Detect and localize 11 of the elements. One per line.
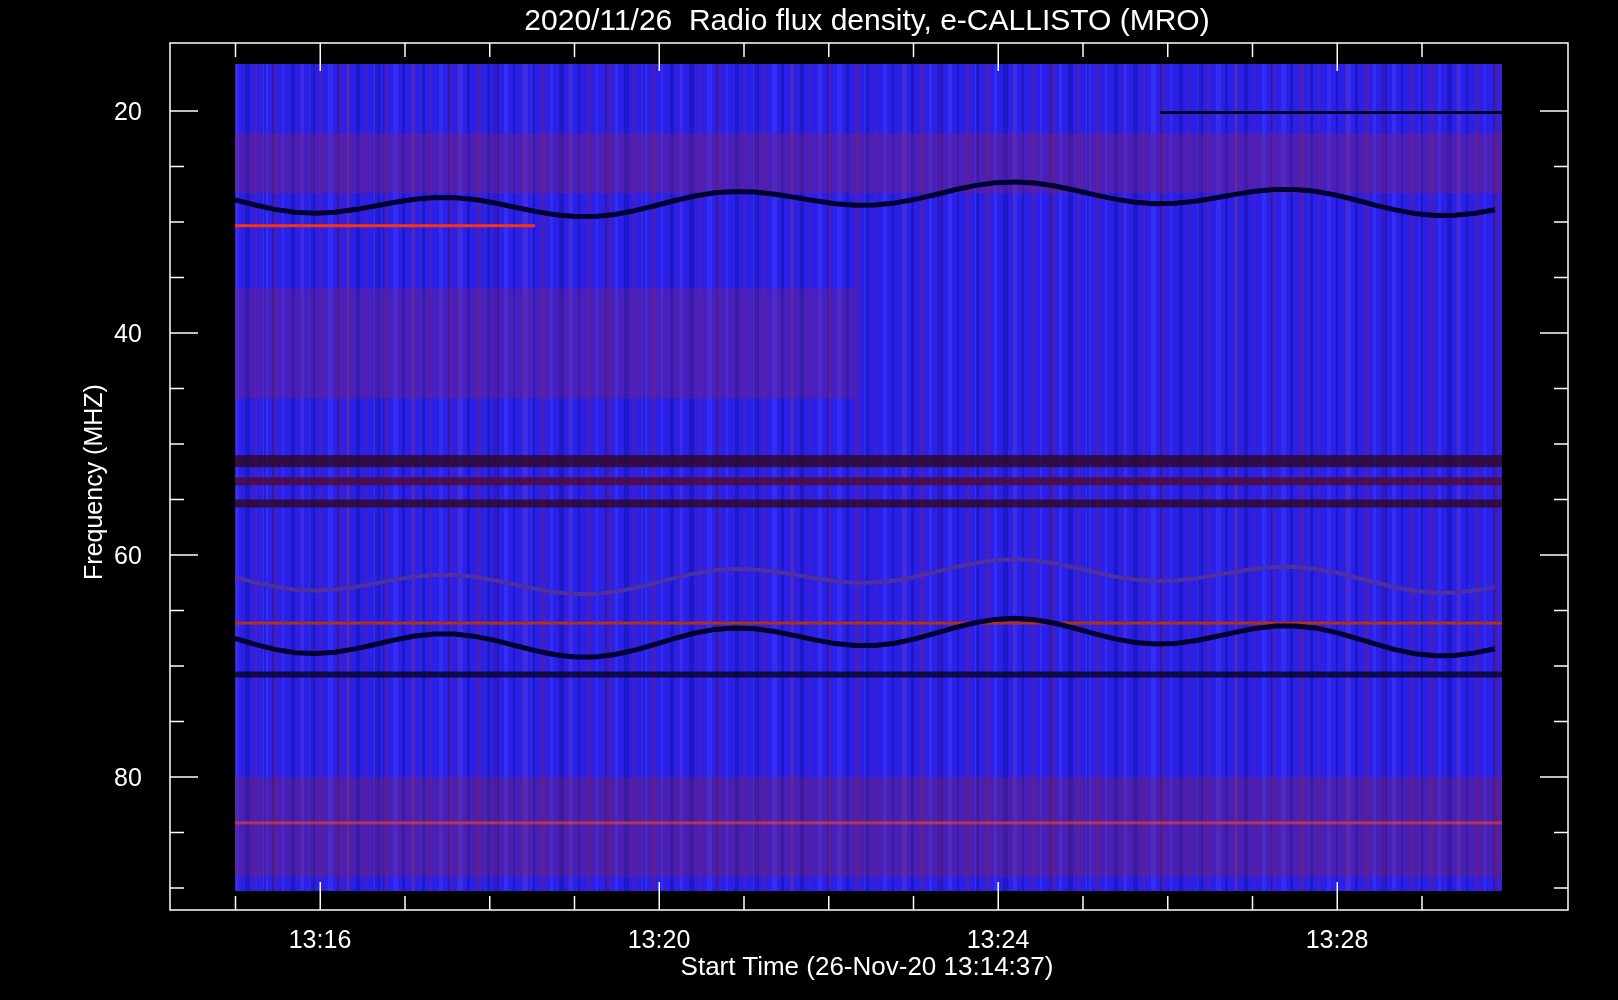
tick-label: 13:24	[966, 925, 1030, 953]
tick-label: 40	[114, 319, 142, 347]
axis-title: Frequency (MHZ)	[79, 384, 107, 580]
tick-label: 13:16	[288, 925, 352, 953]
tick-label: 20	[114, 97, 142, 125]
tick-label: 13:20	[627, 925, 691, 953]
tick-label: 80	[114, 763, 142, 791]
tick-label: 13:28	[1305, 925, 1369, 953]
chart-title: 2020/11/26 Radio flux density, e-CALLISTO (MRO)	[524, 3, 1210, 36]
axis-title: Start Time (26-Nov-20 13:14:37)	[680, 951, 1054, 981]
tick-label: 60	[114, 541, 142, 569]
